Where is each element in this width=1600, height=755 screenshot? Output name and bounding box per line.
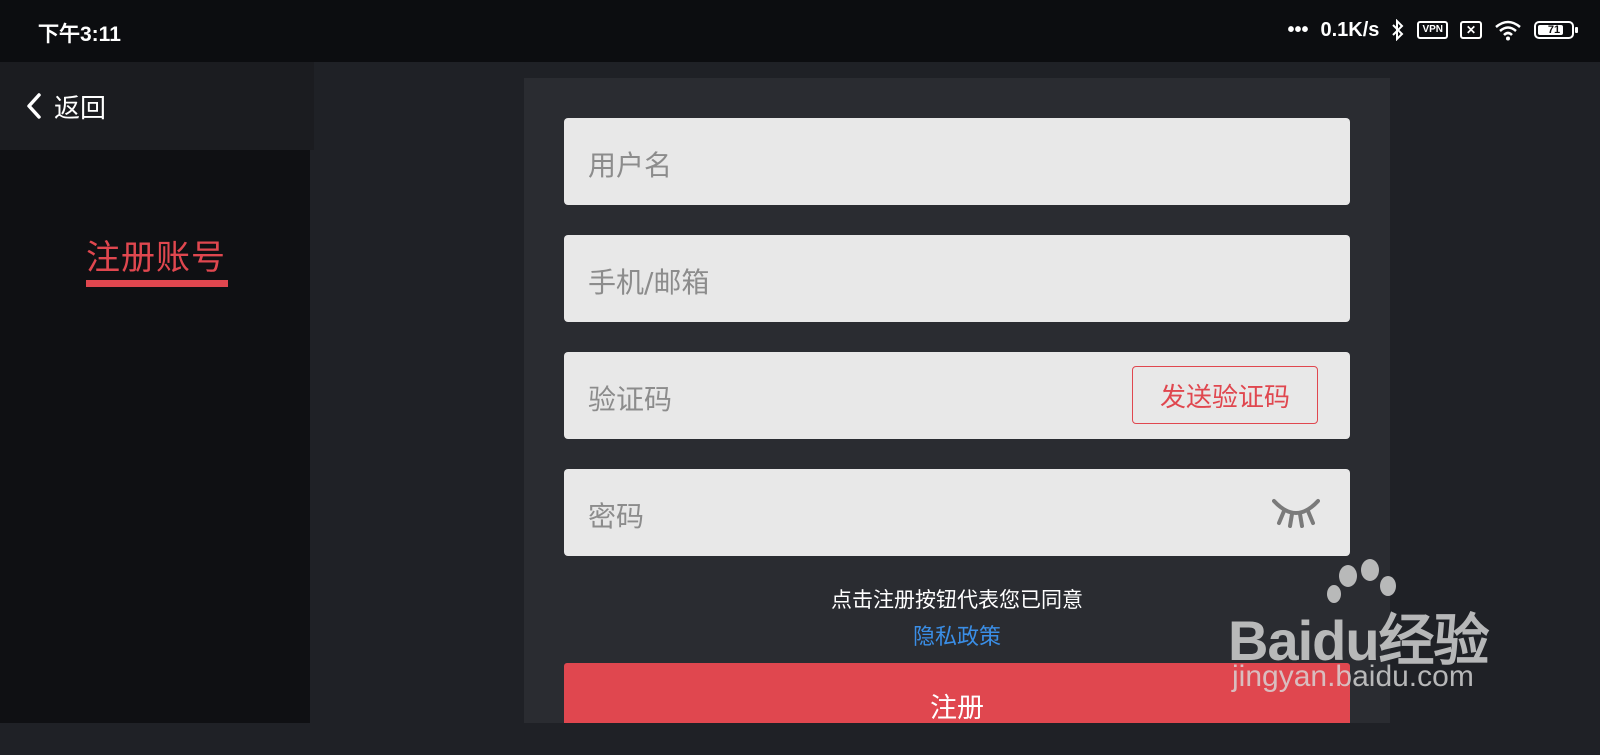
send-code-button[interactable]: 发送验证码 [1132,366,1318,424]
back-label: 返回 [54,93,107,124]
username-field[interactable]: 用户名 [564,118,1350,205]
tab-register-account[interactable]: 注册账号 [86,230,226,279]
verification-code-placeholder: 验证码 [588,383,673,416]
eye-closed-icon[interactable] [1272,495,1320,529]
baidu-watermark: Baidu经验 jingyan.baidu.com [1228,559,1600,738]
status-time: 下午3:11 [38,23,121,46]
phone-email-field[interactable]: 手机/邮箱 [564,235,1350,322]
tab-active-indicator [86,280,228,287]
phone-email-placeholder: 手机/邮箱 [588,266,710,299]
username-placeholder: 用户名 [588,149,673,182]
battery-icon: 71 [1534,21,1578,39]
back-button[interactable]: 返回 [0,62,314,150]
watermark-site: jingyan.baidu.com [1232,660,1474,693]
vpn-icon: VPN [1417,21,1448,39]
battery-level: 71 [1547,24,1561,36]
status-bar: 下午3:11 ••• 0.1K/s VPN ✕ 71 [0,0,1600,62]
sidebar: 返回 注册账号 [0,62,314,738]
password-placeholder: 密码 [588,500,645,533]
verification-code-field[interactable]: 验证码 发送验证码 [564,352,1350,439]
wifi-icon [1495,20,1521,41]
chevron-left-icon [27,93,41,119]
no-sim-icon: ✕ [1460,21,1482,39]
network-speed: 0.1K/s [1320,18,1380,41]
password-field[interactable]: 密码 [564,469,1350,556]
more-dots-icon: ••• [1287,18,1309,41]
bluetooth-icon [1392,19,1404,41]
status-icons: ••• 0.1K/s VPN ✕ 71 [1287,16,1578,44]
